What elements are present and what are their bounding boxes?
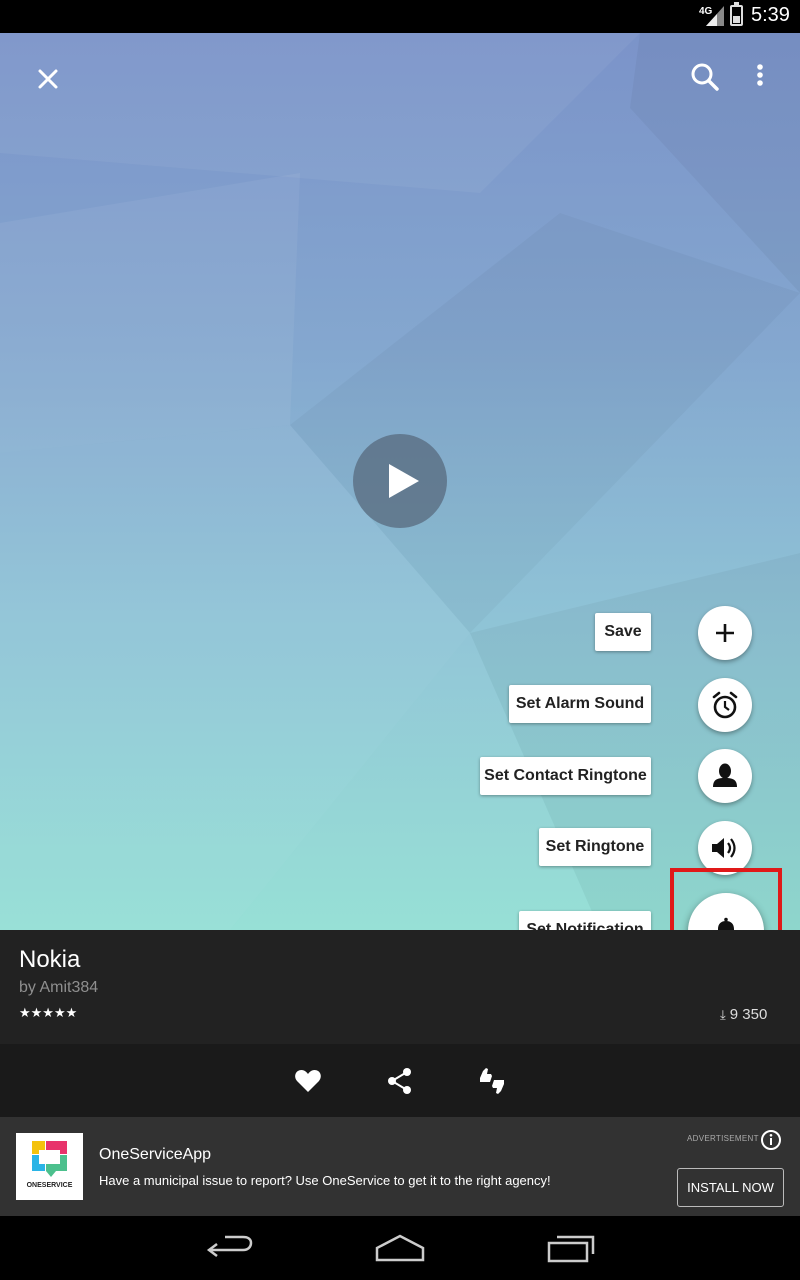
- back-button[interactable]: [203, 1232, 257, 1264]
- navigation-bar: [0, 1216, 800, 1280]
- heart-icon: [295, 1070, 321, 1092]
- home-button[interactable]: [373, 1232, 427, 1264]
- close-button[interactable]: [30, 61, 66, 97]
- ringtone-info: Nokia by Amit384 ★★★★★ ⤓ 9 350: [0, 930, 800, 1044]
- person-icon: [713, 763, 737, 787]
- ad-app-name[interactable]: OneServiceApp: [99, 1146, 211, 1164]
- download-count-container: ⤓ 9 350: [720, 1006, 767, 1023]
- app-logo[interactable]: ONESERVICE: [16, 1133, 83, 1200]
- ad-banner[interactable]: ONESERVICE OneServiceApp Have a municipa…: [0, 1117, 800, 1216]
- set-alarm-sound-button[interactable]: [698, 678, 752, 732]
- search-button[interactable]: [686, 58, 724, 96]
- ringtone-title: Nokia: [19, 946, 81, 973]
- back-icon: [206, 1235, 253, 1257]
- close-icon: [38, 69, 58, 89]
- info-icon[interactable]: [760, 1129, 782, 1151]
- signal-icon: [706, 6, 724, 26]
- logo-text: ONESERVICE: [26, 1182, 73, 1189]
- set-ringtone-label[interactable]: Set Ringtone: [539, 828, 651, 866]
- rating-stars: ★★★★★: [19, 1005, 78, 1020]
- alarm-clock-icon: [712, 691, 738, 719]
- recents-icon: [547, 1235, 595, 1263]
- share-button[interactable]: [385, 1066, 415, 1096]
- download-icon: ⤓: [720, 1007, 726, 1022]
- plus-icon: [716, 624, 734, 642]
- share-icon: [388, 1068, 411, 1094]
- set-contact-ringtone-button[interactable]: [698, 749, 752, 803]
- play-icon: [389, 464, 419, 498]
- set-ringtone-button[interactable]: [698, 821, 752, 875]
- set-contact-ringtone-label[interactable]: Set Contact Ringtone: [480, 757, 651, 795]
- search-icon: [691, 63, 719, 91]
- ringtone-artwork: [0, 33, 800, 930]
- favorite-button[interactable]: [293, 1066, 323, 1096]
- status-bar: 4G 5:39: [0, 0, 800, 33]
- more-vert-icon: [757, 64, 763, 86]
- ad-label: ADVERTISEMENT: [687, 1134, 759, 1143]
- recents-button[interactable]: [543, 1232, 597, 1264]
- clock: 5:39: [751, 4, 790, 26]
- battery-icon: [730, 2, 743, 26]
- action-bar: [0, 1044, 800, 1117]
- save-button[interactable]: [698, 606, 752, 660]
- save-label[interactable]: Save: [595, 613, 651, 651]
- set-alarm-sound-label[interactable]: Set Alarm Sound: [509, 685, 651, 723]
- ad-description: Have a municipal issue to report? Use On…: [99, 1173, 551, 1188]
- download-count: 9 350: [729, 1006, 768, 1023]
- rate-button[interactable]: [477, 1066, 507, 1096]
- ringtone-author[interactable]: by Amit384: [19, 979, 98, 997]
- install-now-button[interactable]: INSTALL NOW: [677, 1168, 784, 1207]
- more-options-button[interactable]: [744, 58, 776, 96]
- play-button[interactable]: [353, 434, 447, 528]
- home-icon: [375, 1234, 425, 1262]
- speaker-icon: [712, 838, 736, 858]
- oneservice-logo-icon: [32, 1141, 67, 1177]
- thumbs-up-down-icon: [480, 1068, 504, 1094]
